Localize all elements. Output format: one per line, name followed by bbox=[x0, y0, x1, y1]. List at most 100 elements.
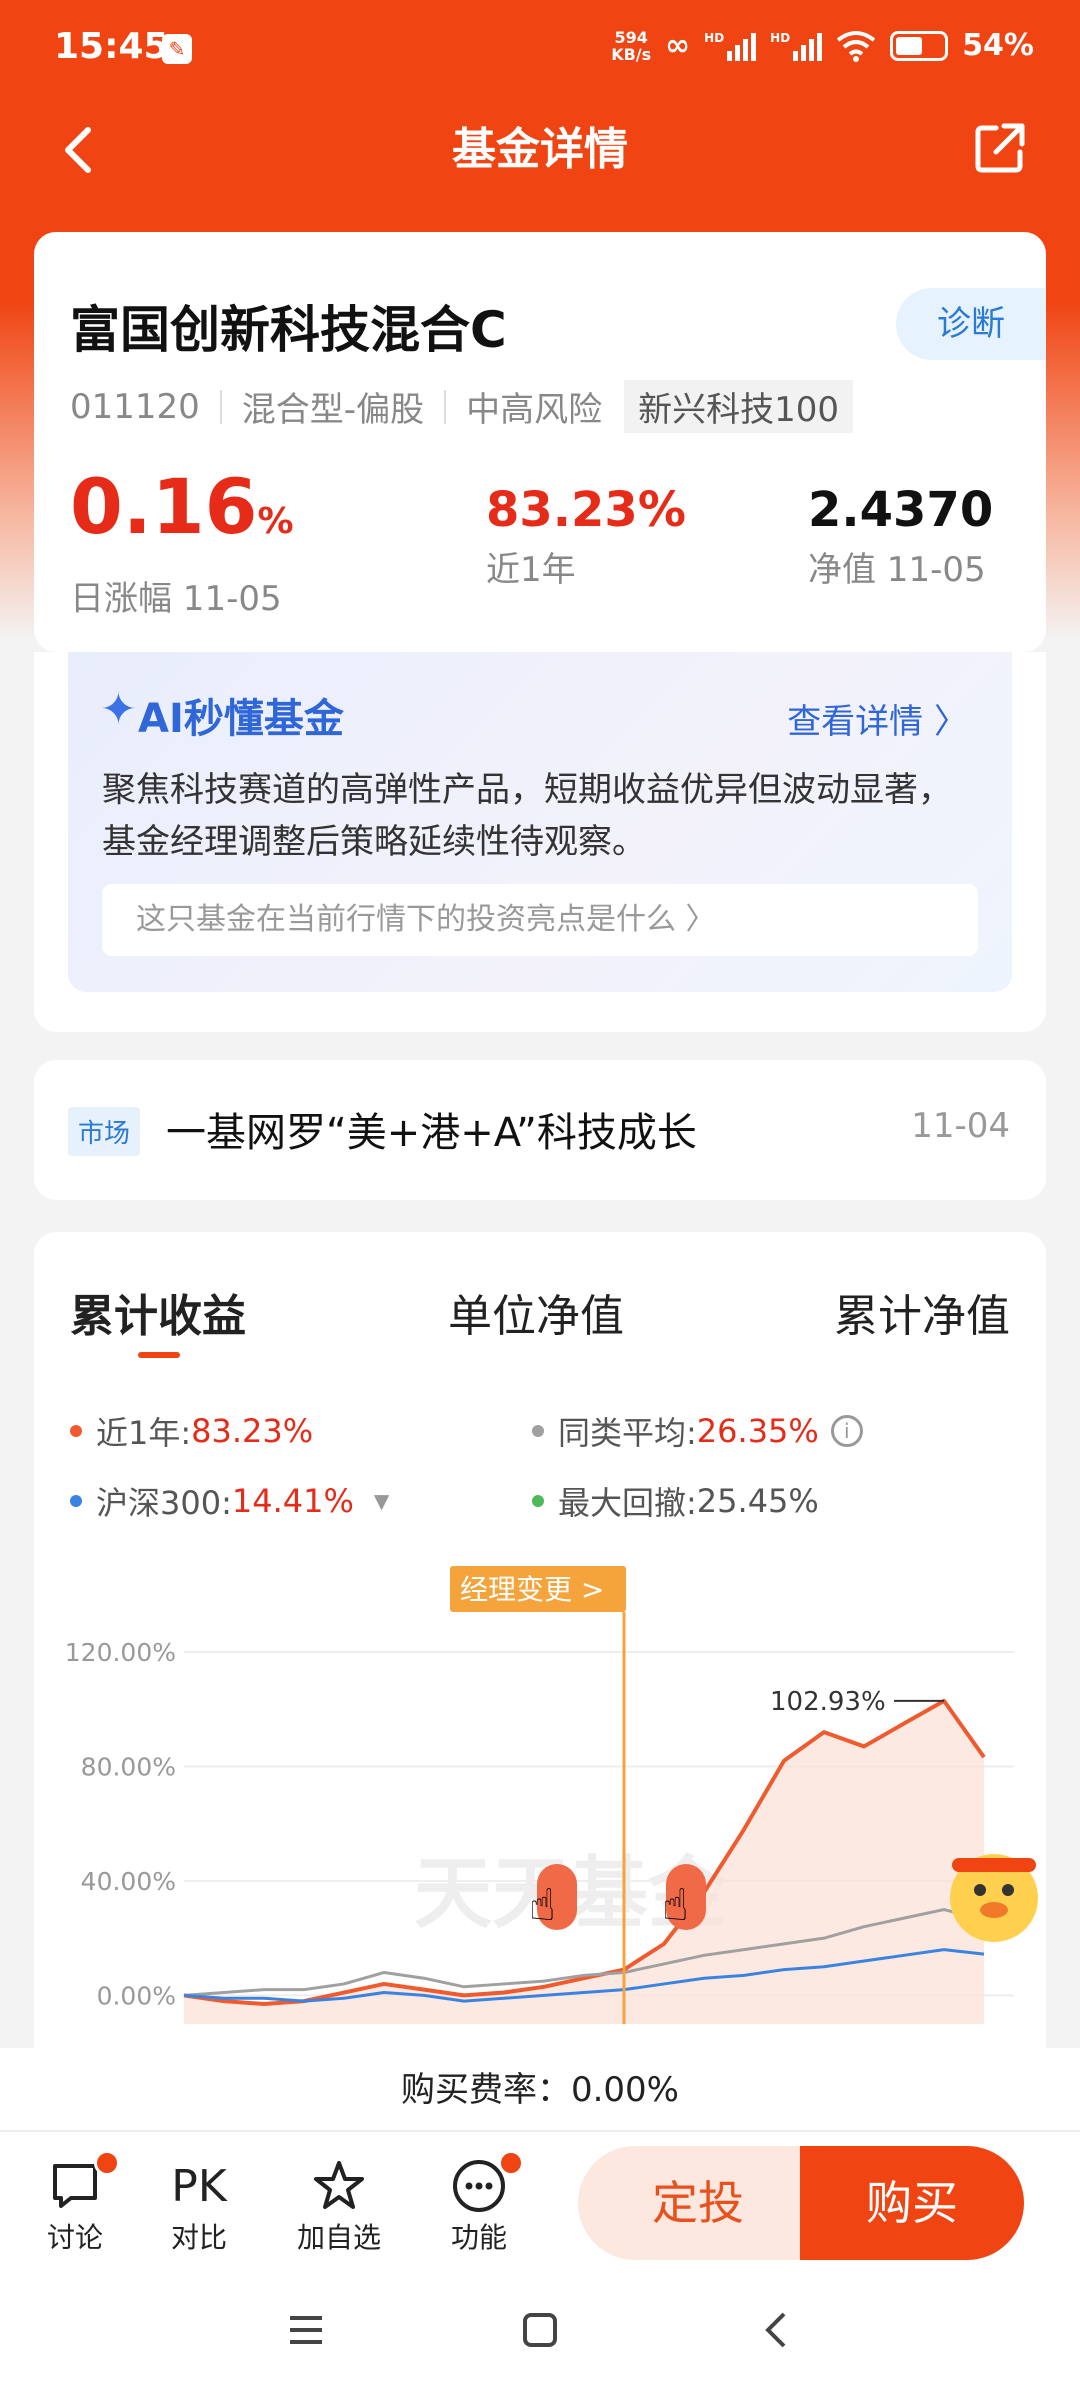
legend-label: 最大回撤: bbox=[558, 1484, 697, 1522]
divider bbox=[444, 389, 447, 424]
notification-badge bbox=[94, 2150, 120, 2176]
nav-label: 净值 11-05 bbox=[808, 550, 986, 590]
fund-code: 011120 bbox=[70, 386, 200, 427]
add-watchlist-button[interactable]: 加自选 bbox=[284, 2156, 394, 2256]
y-tick-label: 80.00% bbox=[81, 1752, 176, 1781]
menu-icon[interactable] bbox=[286, 2310, 326, 2354]
ai-insight-card: ✦ AI秒懂基金 查看详情 〉 聚焦科技赛道的高弹性产品，短期收益优异但波动显著… bbox=[34, 652, 1046, 1032]
link-icon: ∞ bbox=[665, 28, 691, 63]
fund-meta: 011120 混合型-偏股 中高风险 新兴科技100 bbox=[70, 380, 853, 433]
year-return-label: 近1年 bbox=[486, 550, 576, 590]
discuss-button[interactable]: 讨论 bbox=[20, 2150, 130, 2256]
daily-change-number: 0.16 bbox=[70, 462, 258, 551]
tab-unit-nav[interactable]: 单位净值 bbox=[448, 1280, 624, 1344]
sparkle-icon: ✦ bbox=[100, 684, 137, 735]
chart-legend: 近1年: 83.23% 同类平均: 26.35% i 沪深300: 14.41% ▼ … bbox=[70, 1408, 1010, 1528]
legend-peer: 同类平均: 26.35% i bbox=[532, 1408, 863, 1454]
hd-label-2: HD bbox=[770, 30, 791, 45]
ai-summary: 聚焦科技赛道的高弹性产品，短期收益优异但波动显著，基金经理调整后策略延续性待观察… bbox=[102, 770, 952, 862]
pk-icon: PK bbox=[171, 2160, 227, 2212]
star-icon bbox=[284, 2156, 394, 2216]
fund-type[interactable]: 混合型-偏股 bbox=[242, 382, 424, 431]
fund-tag[interactable]: 新兴科技100 bbox=[624, 380, 853, 433]
functions-label: 功能 bbox=[450, 2221, 507, 2254]
chat-bubble-icon bbox=[20, 2150, 130, 2216]
network-speed: 594 KB/s bbox=[611, 29, 651, 63]
fund-name: 富国创新科技混合C bbox=[70, 301, 507, 359]
compare-button[interactable]: PK 对比 bbox=[144, 2156, 254, 2256]
performance-chart-card: 累计收益 单位净值 累计净值 近1年: 83.23% 同类平均: 26.35% i … bbox=[34, 1232, 1046, 2072]
daily-change-label: 日涨幅 11-05 bbox=[70, 579, 282, 619]
wrench-icon: ✎ bbox=[162, 34, 192, 64]
chart-tabs: 累计收益 单位净值 累计净值 bbox=[70, 1280, 1010, 1360]
year-return-stat: 83.23% 近1年 bbox=[486, 482, 686, 591]
battery-icon bbox=[890, 30, 949, 61]
legend-dot bbox=[70, 1495, 82, 1507]
back-icon[interactable] bbox=[756, 2310, 796, 2354]
news-title[interactable]: 一基网罗“美+港+A”科技成长 bbox=[166, 1100, 697, 1158]
home-icon[interactable] bbox=[520, 2310, 560, 2354]
news-date: 11-04 bbox=[911, 1106, 1010, 1146]
ai-question-button[interactable]: 这只基金在当前行情下的投资亮点是什么 〉 bbox=[102, 884, 978, 956]
percent-sign: % bbox=[257, 501, 294, 542]
tab-cumulative-nav[interactable]: 累计净值 bbox=[834, 1280, 1010, 1344]
mascot-icon[interactable] bbox=[950, 1854, 1038, 1942]
legend-dot bbox=[70, 1425, 82, 1437]
y-axis: 120.00% 80.00% 40.00% 0.00% bbox=[65, 1638, 176, 2010]
info-icon[interactable]: i bbox=[830, 1415, 863, 1447]
legend-value: 25.45% bbox=[696, 1482, 819, 1520]
fund-stats: 0.16% 日涨幅 11-05 83.23% 近1年 2.4370 净值 11-… bbox=[70, 462, 1010, 622]
watchlist-label: 加自选 bbox=[296, 2221, 381, 2254]
battery-percent: 54% bbox=[962, 28, 1034, 63]
legend-label: 同类平均: bbox=[558, 1414, 697, 1452]
ai-insight-panel: ✦ AI秒懂基金 查看详情 〉 聚焦科技赛道的高弹性产品，短期收益优异但波动显著… bbox=[68, 652, 1012, 992]
y-tick-label: 0.00% bbox=[97, 1981, 176, 2010]
legend-value: 83.23% bbox=[191, 1412, 314, 1450]
status-indicators: 594 KB/s ∞ HD HD 54% bbox=[611, 28, 1034, 63]
hd-label: HD bbox=[704, 30, 725, 45]
dropdown-arrow-icon[interactable]: ▼ bbox=[374, 1489, 389, 1513]
buy-button[interactable]: 购买 bbox=[800, 2146, 1024, 2260]
page-title: 基金详情 bbox=[452, 124, 628, 175]
tab-cumulative-return[interactable]: 累计收益 bbox=[70, 1280, 246, 1344]
auto-invest-button[interactable]: 定投 bbox=[578, 2146, 818, 2260]
wifi-icon bbox=[836, 30, 876, 62]
cumulative-return-chart[interactable]: 120.00%80.00%40.00%0.00% 天天基金 经理变更 > 102… bbox=[34, 1552, 1046, 2052]
ai-details-link[interactable]: 查看详情 〉 bbox=[787, 694, 968, 743]
manager-change-label[interactable]: 经理变更 > bbox=[460, 1573, 604, 1606]
system-navigation-bar bbox=[0, 2270, 1080, 2400]
fund-risk[interactable]: 中高风险 bbox=[466, 382, 602, 431]
y-tick-label: 40.00% bbox=[81, 1867, 176, 1896]
legend-drawdown: 最大回撤: 25.45% bbox=[532, 1478, 819, 1524]
share-icon[interactable] bbox=[970, 118, 1030, 178]
fund-summary-card: 富国创新科技混合C 诊断 011120 混合型-偏股 中高风险 新兴科技100 … bbox=[34, 232, 1046, 652]
daily-change-stat: 0.16% 日涨幅 11-05 bbox=[70, 462, 294, 620]
notification-badge bbox=[498, 2150, 524, 2176]
nav-value: 2.4370 bbox=[808, 482, 994, 538]
legend-dot bbox=[532, 1495, 544, 1507]
speed-unit: KB/s bbox=[611, 44, 652, 64]
diagnose-button[interactable]: 诊断 bbox=[896, 288, 1046, 360]
top-nav: 基金详情 bbox=[0, 100, 1080, 200]
legend-label: 沪深300: bbox=[96, 1484, 232, 1522]
bottom-action-bar: 讨论 PK 对比 加自选 功能 定投 购买 bbox=[0, 2132, 1080, 2270]
purchase-fee: 购买费率：0.00% bbox=[0, 2048, 1080, 2132]
daily-change-value: 0.16% bbox=[70, 462, 294, 567]
ai-title: AI秒懂基金 bbox=[138, 696, 344, 742]
news-card[interactable]: 市场 一基网罗“美+港+A”科技成长 11-04 bbox=[34, 1060, 1046, 1200]
legend-value: 26.35% bbox=[696, 1412, 819, 1450]
hand-pointer-icon: ☝ bbox=[529, 1880, 556, 1931]
legend-index[interactable]: 沪深300: 14.41% ▼ bbox=[70, 1478, 389, 1524]
compare-label: 对比 bbox=[170, 2221, 227, 2254]
y-tick-label: 120.00% bbox=[65, 1638, 176, 1667]
signal-icon-2: HD bbox=[770, 30, 823, 61]
hand-pointer-icon: ☝ bbox=[662, 1880, 689, 1931]
speed-value: 594 bbox=[614, 27, 648, 47]
legend-value: 14.41% bbox=[231, 1482, 354, 1520]
legend-fund: 近1年: 83.23% bbox=[70, 1408, 313, 1454]
more-icon bbox=[424, 2150, 534, 2216]
status-bar: 15:45 ✎ 594 KB/s ∞ HD HD 54% bbox=[0, 0, 1080, 100]
functions-button[interactable]: 功能 bbox=[424, 2150, 534, 2256]
discuss-label: 讨论 bbox=[46, 2221, 103, 2254]
peak-label: 102.93% bbox=[770, 1687, 886, 1717]
